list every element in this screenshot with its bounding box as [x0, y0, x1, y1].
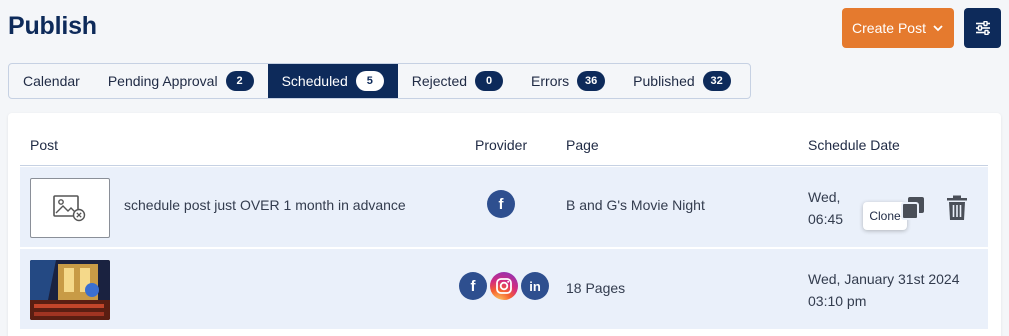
post-text: schedule post just OVER 1 month in advan… — [124, 197, 406, 213]
table-row[interactable]: schedule post just OVER 1 month in advan… — [20, 167, 988, 247]
column-schedule-date: Schedule Date — [808, 137, 900, 153]
table-row[interactable]: f in 18 Pages Wed, January 31st 2024 03:… — [20, 249, 988, 329]
tab-errors[interactable]: Errors 36 — [517, 64, 619, 98]
tab-rejected[interactable]: Rejected 0 — [398, 64, 517, 98]
schedule-date-line: Wed, January 31st 2024 — [808, 271, 960, 287]
count-badge: 0 — [475, 71, 504, 91]
table-header: Post Provider Page Schedule Date — [20, 113, 988, 166]
create-post-label: Create Post — [852, 20, 926, 36]
image-placeholder-icon — [53, 195, 86, 222]
tab-label: Published — [633, 73, 695, 89]
clone-button[interactable] — [899, 193, 927, 223]
instagram-icon — [490, 272, 518, 300]
trash-icon — [947, 195, 967, 220]
page-title: Publish — [8, 12, 97, 40]
create-post-button[interactable]: Create Post — [842, 8, 954, 48]
column-provider: Provider — [475, 137, 528, 153]
tab-label: Rejected — [411, 73, 468, 89]
post-thumbnail — [30, 260, 110, 320]
filter-settings-button[interactable] — [964, 8, 1001, 48]
facebook-icon: f — [459, 272, 487, 300]
schedule-date: Wed, 06:45 — [808, 186, 843, 230]
tab-pending-approval[interactable]: Pending Approval 2 — [94, 64, 268, 98]
tab-calendar[interactable]: Calendar — [9, 64, 94, 98]
page-name: B and G's Movie Night — [566, 197, 705, 213]
tab-label: Errors — [531, 73, 570, 89]
page-name: 18 Pages — [566, 280, 626, 296]
count-badge: 32 — [702, 71, 731, 91]
count-badge: 2 — [225, 71, 254, 91]
status-tabs: Calendar Pending Approval 2 Scheduled 5 … — [8, 63, 751, 99]
post-thumbnail — [30, 178, 110, 238]
tab-label: Scheduled — [281, 73, 348, 89]
provider-icons: f — [487, 190, 515, 218]
linkedin-icon: in — [521, 272, 549, 300]
sliders-icon — [975, 21, 990, 35]
schedule-date: Wed, January 31st 2024 03:10 pm — [808, 268, 960, 312]
tab-scheduled[interactable]: Scheduled 5 — [267, 64, 398, 98]
column-page: Page — [566, 137, 599, 153]
delete-button[interactable] — [943, 193, 971, 223]
tab-published[interactable]: Published 32 — [619, 64, 745, 98]
chevron-down-icon — [933, 25, 943, 32]
facebook-icon: f — [487, 190, 515, 218]
column-post: Post — [30, 137, 59, 153]
schedule-time-line: 03:10 pm — [808, 293, 867, 309]
provider-icons: f in — [459, 272, 549, 300]
tab-label: Calendar — [23, 73, 80, 89]
schedule-time-line: 06:45 — [808, 211, 844, 227]
count-badge: 5 — [355, 71, 384, 91]
tab-label: Pending Approval — [107, 73, 218, 89]
schedule-date-line: Wed, — [808, 189, 841, 205]
posts-table-card: Post Provider Page Schedule Date schedul… — [8, 113, 1001, 336]
count-badge: 36 — [577, 71, 606, 91]
clone-icon — [901, 197, 924, 220]
